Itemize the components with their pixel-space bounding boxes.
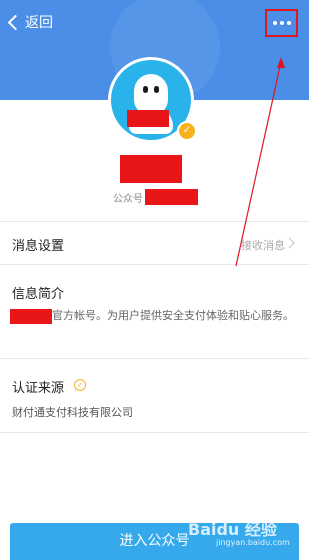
certification-organization: 财付通支付科技有限公司 — [12, 406, 133, 419]
intro-title: 信息简介 — [12, 287, 65, 302]
intro-text-content: 官方帐号。为用户提供安全支付体验和贴心服务。 — [52, 309, 294, 322]
redacted-mark — [127, 110, 169, 127]
redacted-name — [120, 155, 182, 183]
account-label: 公众号 — [113, 194, 143, 205]
certification-title: 认证来源 — [12, 381, 65, 396]
baidu-watermark: Baidu 经验 jingyan.baidu.com — [188, 516, 298, 556]
intro-text: 官方帐号。为用户提供安全支付体验和贴心服务。 — [12, 306, 300, 325]
redacted-account-id — [145, 189, 198, 205]
back-label: 返回 — [25, 15, 53, 31]
more-options-button[interactable] — [265, 9, 298, 37]
divider — [0, 432, 309, 433]
watermark-text: Baidu 经验 — [188, 520, 277, 539]
back-button[interactable]: 返回 — [6, 10, 53, 34]
more-dots-icon — [279, 21, 284, 25]
watermark-url: jingyan.baidu.com — [216, 538, 290, 547]
divider — [0, 358, 309, 359]
divider — [0, 264, 309, 265]
verified-check-icon: ✓ — [74, 379, 86, 391]
more-dots-icon — [272, 21, 277, 25]
message-settings-label: 消息设置 — [12, 239, 65, 254]
more-dots-icon — [286, 21, 291, 25]
verified-check-icon: ✓ — [177, 121, 197, 141]
chevron-left-icon — [7, 14, 24, 30]
message-settings-value: 接收消息 — [241, 239, 285, 252]
